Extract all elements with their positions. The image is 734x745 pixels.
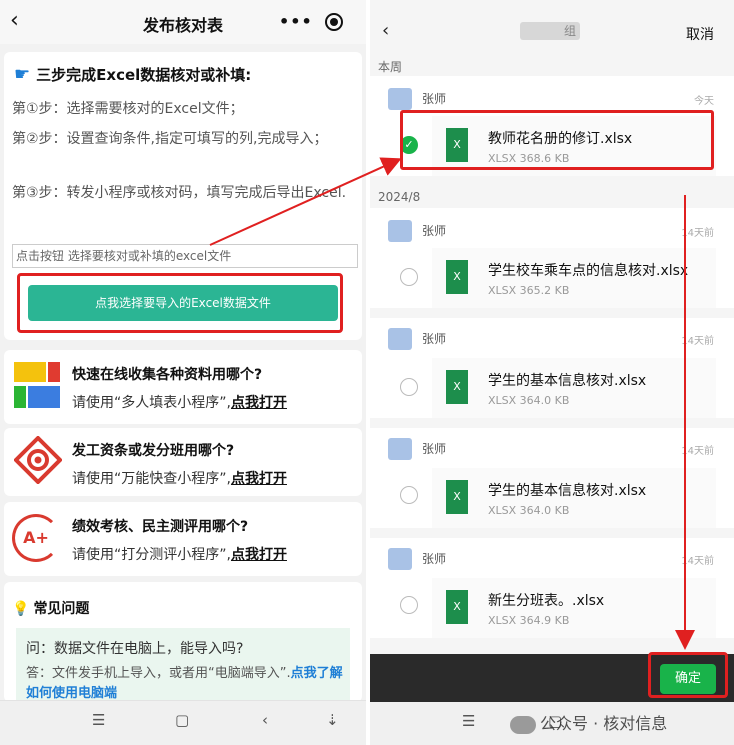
left-header: ‹ 发布核对表 ••• bbox=[0, 0, 366, 44]
system-nav-bar: ☰ ▢ ‹ ⇣ bbox=[0, 700, 366, 745]
message-time: 14天前 bbox=[681, 556, 714, 567]
cancel-button[interactable]: 取消 bbox=[686, 24, 714, 44]
quick-search-logo-icon bbox=[14, 436, 62, 484]
wechat-logo-icon bbox=[510, 715, 536, 734]
chevron-left-icon[interactable]: ‹ bbox=[382, 20, 389, 41]
menu-icon[interactable]: ☰ bbox=[462, 712, 475, 730]
card-title: 发工资条或发分班用哪个? bbox=[72, 443, 235, 459]
highlight-box-file bbox=[400, 110, 714, 170]
avatar bbox=[388, 88, 412, 110]
home-icon[interactable]: ▢ bbox=[175, 711, 189, 729]
sender-name: 张师 bbox=[422, 442, 447, 456]
score-logo-icon: A+ bbox=[12, 514, 60, 562]
file-card[interactable]: X 学生的基本信息核对.xlsx XLSX 364.0 KB bbox=[432, 468, 716, 528]
message-time: 14天前 bbox=[681, 446, 714, 457]
file-message: 张师 14天前 X 学生的基本信息核对.xlsx XLSX 364.0 KB bbox=[370, 318, 734, 418]
file-hint: 点击按钮 选择要核对或补填的excel文件 bbox=[12, 244, 358, 268]
file-checkbox[interactable] bbox=[400, 486, 418, 504]
xlsx-file-icon: X bbox=[446, 480, 468, 514]
open-link[interactable]: 点我打开 bbox=[231, 471, 287, 487]
faq-answer: 答：文件发手机上导入，或者用“电脑端导入”.点我了解如何使用电脑端 bbox=[26, 666, 343, 701]
faq-question: 问：数据文件在电脑上，能导入吗? bbox=[26, 641, 244, 657]
highlight-box-confirm bbox=[648, 652, 728, 698]
section-label-month: 2024/8 bbox=[378, 190, 421, 204]
step-one: 第①步：选择需要核对的Excel文件； bbox=[12, 101, 244, 117]
xlsx-file-icon: X bbox=[446, 370, 468, 404]
file-card[interactable]: X 新生分班表。.xlsx XLSX 364.9 KB bbox=[432, 578, 716, 638]
back-icon[interactable]: ‹ bbox=[262, 711, 268, 729]
step-two: 第②步：设置查询条件,指定可填写的列,完成导入； bbox=[12, 131, 328, 147]
lightbulb-icon: 💡 bbox=[12, 601, 30, 617]
file-checkbox[interactable] bbox=[400, 596, 418, 614]
file-message: 张师 14天前 X 学生校车乘车点的信息核对.xlsx XLSX 365.2 K… bbox=[370, 208, 734, 308]
right-screen: ‹ 组 取消 本周 张师 今天 ✓ X 教师花名册的修订.xlsx XLSX 3… bbox=[370, 0, 734, 745]
avatar bbox=[388, 220, 412, 242]
avatar bbox=[388, 328, 412, 350]
file-message: 张师 14天前 X 学生的基本信息核对.xlsx XLSX 364.0 KB bbox=[370, 428, 734, 528]
sender-name: 张师 bbox=[422, 552, 447, 566]
message-time: 今天 bbox=[694, 96, 714, 107]
menu-icon[interactable]: ☰ bbox=[92, 711, 105, 729]
intro-heading-text: 三步完成Excel数据核对或补填: bbox=[36, 66, 252, 84]
xlsx-file-icon: X bbox=[446, 590, 468, 624]
section-label-this-week: 本周 bbox=[378, 60, 403, 74]
pointing-hand-icon: ☛ bbox=[14, 64, 31, 85]
file-checkbox[interactable] bbox=[400, 378, 418, 396]
card-collect[interactable]: 快速在线收集各种资料用哪个? 请使用“多人填表小程序”,点我打开 bbox=[4, 350, 362, 424]
close-target-icon[interactable] bbox=[325, 13, 343, 31]
file-name: 学生的基本信息核对.xlsx bbox=[488, 373, 647, 389]
message-time: 14天前 bbox=[681, 228, 714, 239]
down-icon[interactable]: ⇣ bbox=[326, 711, 339, 729]
faq-title: 💡 常见问题 bbox=[12, 601, 90, 617]
avatar bbox=[388, 548, 412, 570]
xlsx-file-icon: X bbox=[446, 260, 468, 294]
file-size: XLSX 364.0 KB bbox=[488, 504, 570, 517]
sender-name: 张师 bbox=[422, 92, 447, 106]
card-title: 绩效考核、民主测评用哪个? bbox=[72, 519, 249, 535]
open-link[interactable]: 点我打开 bbox=[231, 395, 287, 411]
card-title: 快速在线收集各种资料用哪个? bbox=[72, 367, 263, 383]
highlight-box-choose bbox=[17, 273, 343, 333]
watermark: 公众号 · 核对信息 bbox=[510, 710, 667, 734]
file-message: 张师 14天前 X 新生分班表。.xlsx XLSX 364.9 KB bbox=[370, 538, 734, 638]
file-name: 新生分班表。.xlsx bbox=[488, 593, 605, 609]
avatar bbox=[388, 438, 412, 460]
chat-title-blurred: 组 bbox=[520, 22, 580, 40]
file-card[interactable]: X 学生的基本信息核对.xlsx XLSX 364.0 KB bbox=[432, 358, 716, 418]
step-three: 第③步：转发小程序或核对码，填写完成后导出Excel. bbox=[12, 185, 347, 201]
card-desc: 请使用“打分测评小程序”,点我打开 bbox=[72, 547, 287, 563]
left-screen: ‹ 发布核对表 ••• ☛ 三步完成Excel数据核对或补填: 第①步：选择需要核… bbox=[0, 0, 366, 745]
sender-name: 张师 bbox=[422, 332, 447, 346]
intro-heading: ☛ 三步完成Excel数据核对或补填: bbox=[14, 64, 354, 85]
file-name: 学生校车乘车点的信息核对.xlsx bbox=[488, 263, 689, 279]
file-checkbox[interactable] bbox=[400, 268, 418, 286]
chat-file-header: ‹ 组 取消 bbox=[370, 0, 734, 56]
open-link[interactable]: 点我打开 bbox=[231, 547, 287, 563]
file-size: XLSX 365.2 KB bbox=[488, 284, 570, 297]
faq-section: 💡 常见问题 问：数据文件在电脑上，能导入吗? 答：文件发手机上导入，或者用“电脑… bbox=[4, 582, 362, 702]
file-name: 学生的基本信息核对.xlsx bbox=[488, 483, 647, 499]
system-nav-bar: ☰ ▢ 公众号 · 核对信息 bbox=[370, 702, 734, 745]
file-size: XLSX 364.9 KB bbox=[488, 614, 570, 627]
card-salary[interactable]: 发工资条或发分班用哪个? 请使用“万能快查小程序”,点我打开 bbox=[4, 428, 362, 496]
card-desc: 请使用“多人填表小程序”,点我打开 bbox=[72, 395, 287, 411]
file-size: XLSX 364.0 KB bbox=[488, 394, 570, 407]
mini-program-capsule: ••• bbox=[273, 8, 359, 36]
card-evaluation[interactable]: A+ 绩效考核、民主测评用哪个? 请使用“打分测评小程序”,点我打开 bbox=[4, 502, 362, 576]
card-desc: 请使用“万能快查小程序”,点我打开 bbox=[72, 471, 287, 487]
faq-item: 问：数据文件在电脑上，能导入吗? 答：文件发手机上导入，或者用“电脑端导入”.点… bbox=[16, 628, 350, 702]
more-icon[interactable]: ••• bbox=[279, 12, 313, 31]
file-card[interactable]: X 学生校车乘车点的信息核对.xlsx XLSX 365.2 KB bbox=[432, 248, 716, 308]
multi-form-logo-icon bbox=[14, 362, 60, 408]
message-time: 14天前 bbox=[681, 336, 714, 347]
sender-name: 张师 bbox=[422, 224, 447, 238]
